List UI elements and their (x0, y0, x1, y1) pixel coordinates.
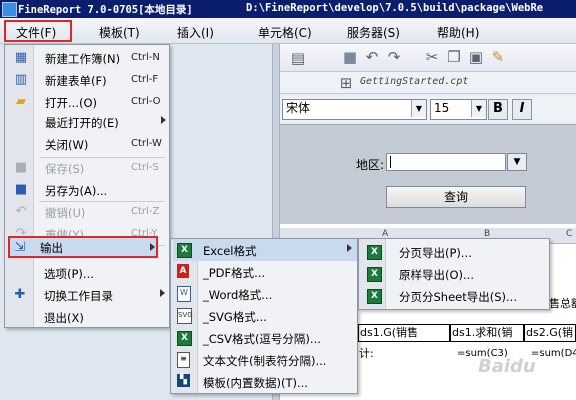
excel-icon: X (367, 245, 382, 260)
menu-item-export[interactable]: ⇲ 输出 (8, 236, 158, 258)
table-cell[interactable]: 售总额 (548, 296, 576, 314)
excel-icon: X (177, 243, 192, 258)
font-size-select[interactable]: 15 ▼ (430, 99, 487, 120)
chevron-right-icon (161, 116, 166, 124)
table-cell[interactable]: 计: (358, 346, 450, 364)
title-bar: FineReport 7.0-0705[本地目录] D:\FineReport\… (0, 0, 576, 18)
menu-item-pdf-format[interactable]: A _PDF格式... (173, 261, 357, 283)
save-as-icon: ■ (14, 182, 28, 197)
document-tab-row: ⊞ GettingStarted.cpt (280, 72, 576, 94)
format-toolbar: 宋体 ▼ 15 ▼ B I (280, 96, 576, 122)
menu-item-options[interactable]: 选项(P)... (10, 262, 160, 284)
menu-insert[interactable]: 插入(I) (177, 24, 214, 41)
watermark: Baidu (478, 356, 536, 377)
menu-file-highlight (4, 20, 72, 42)
chevron-right-icon (160, 289, 165, 297)
copy-icon[interactable]: ❐ (446, 49, 462, 65)
chevron-down-icon: ▼ (471, 100, 486, 117)
document-tab[interactable]: GettingStarted.cpt (360, 76, 468, 87)
export-icon: ⇲ (14, 240, 26, 255)
save-icon[interactable]: ■ (342, 49, 358, 65)
excel-submenu: X 分页导出(P)... X 原样导出(O)... X 分页分Sheet导出(S… (358, 238, 550, 310)
parameter-pane (280, 124, 576, 224)
table-cell[interactable]: ds2.G(销 (524, 324, 576, 342)
chevron-right-icon (150, 243, 155, 251)
font-name-select[interactable]: 宋体 ▼ (282, 99, 427, 120)
menu-item-recent[interactable]: 最近打开的(E) (11, 111, 166, 133)
menu-item-exit[interactable]: 退出(X) (10, 306, 160, 328)
menu-server[interactable]: 服务器(S) (347, 24, 400, 41)
undo-icon[interactable]: ↶ (364, 49, 380, 65)
menu-template[interactable]: 模板(T) (99, 24, 140, 41)
region-dropdown-button[interactable]: ▼ (507, 153, 527, 171)
menu-item-undo[interactable]: ↶ 撤销(U) Ctrl-Z (11, 201, 165, 223)
window-title: FineReport 7.0-0705[本地目录] (18, 4, 193, 16)
word-icon: W (177, 286, 191, 302)
export-submenu: X Excel格式 A _PDF格式... W _Word格式... SVG _… (170, 238, 358, 394)
query-button[interactable]: 查询 (386, 186, 526, 208)
table-cell[interactable]: ds1.G(销售 (358, 324, 450, 342)
cut-icon[interactable]: ✂ (424, 49, 440, 65)
menu-item-text-file[interactable]: ≡ 文本文件(制表符分隔)... (173, 349, 357, 371)
text-file-icon: ≡ (177, 352, 190, 368)
menu-item-page-export[interactable]: X 分页导出(P)... (361, 241, 549, 263)
menu-item-excel-format[interactable]: X Excel格式 (173, 239, 357, 261)
menu-item-new-form[interactable]: ▥ 新建表单(F) Ctrl-F (11, 69, 165, 91)
chevron-down-icon: ▼ (411, 100, 426, 117)
redo-icon[interactable]: ↷ (386, 49, 402, 65)
table-cell[interactable]: =sum(D4 (530, 346, 576, 364)
template-icon[interactable]: ▤ (290, 50, 306, 66)
paste-icon[interactable]: ▣ (468, 49, 484, 65)
region-label: 地区: (356, 158, 385, 172)
menu-item-save[interactable]: ■ 保存(S) Ctrl-S (11, 157, 165, 179)
menu-item-original-export[interactable]: X 原样导出(O)... (361, 263, 549, 285)
menu-item-csv-format[interactable]: X _CSV格式(逗号分隔)... (173, 327, 357, 349)
menu-bar: 文件(F) 模板(T) 插入(I) 单元格(C) 服务器(S) 帮助(H) (0, 18, 576, 44)
menu-item-template-data[interactable]: ▚ 模板(内置数据)(T)... (173, 371, 357, 393)
excel-icon: X (367, 267, 382, 282)
menu-item-page-sheet-export[interactable]: X 分页分Sheet导出(S)... (361, 285, 549, 307)
font-size-value: 15 (434, 101, 450, 115)
new-report-icon[interactable]: ⊞ (338, 75, 354, 91)
window-path: D:\FineReport\develop\7.0.5\build\packag… (246, 2, 544, 14)
format-painter-icon[interactable]: ✎ (490, 49, 506, 65)
bold-button[interactable]: B (488, 99, 508, 120)
open-folder-icon: ▰ (16, 94, 26, 109)
menu-item-open[interactable]: ▰ 打开...(O) Ctrl-O (11, 91, 165, 113)
menu-help[interactable]: 帮助(H) (437, 24, 479, 41)
menu-item-save-as[interactable]: ■ 另存为(A)... (11, 179, 165, 201)
table-cell[interactable]: ds1.求和(销 (450, 324, 524, 342)
app-logo-icon (2, 2, 17, 17)
chevron-right-icon (347, 244, 352, 252)
main-toolbar: ▤ ■ ↶ ↷ ✂ ❐ ▣ ✎ (280, 44, 576, 72)
excel-icon: X (367, 289, 382, 304)
svg-icon: SVG (177, 308, 193, 324)
font-name-value: 宋体 (286, 101, 311, 115)
menu-item-svg-format[interactable]: SVG _SVG格式... (173, 305, 357, 327)
new-workbook-icon: ▦ (14, 50, 28, 65)
menu-item-new-workbook[interactable]: ▦ 新建工作簿(N) Ctrl-N (11, 47, 165, 69)
new-form-icon: ▥ (14, 72, 28, 87)
menu-item-word-format[interactable]: W _Word格式... (173, 283, 357, 305)
template-icon: ▚ (177, 374, 190, 387)
column-c-header[interactable]: C (566, 229, 572, 239)
menu-cell[interactable]: 单元格(C) (258, 24, 312, 41)
region-input[interactable] (386, 153, 506, 171)
menu-item-switch-directory[interactable]: ✚ 切换工作目录 (10, 284, 165, 306)
save-icon: ■ (14, 160, 28, 175)
csv-icon: X (177, 331, 192, 346)
pdf-icon: A (177, 264, 189, 278)
italic-button[interactable]: I (512, 99, 532, 120)
switch-directory-icon: ✚ (14, 287, 26, 302)
undo-icon: ↶ (15, 204, 27, 219)
menu-item-close[interactable]: 关闭(W) Ctrl-W (11, 133, 165, 155)
